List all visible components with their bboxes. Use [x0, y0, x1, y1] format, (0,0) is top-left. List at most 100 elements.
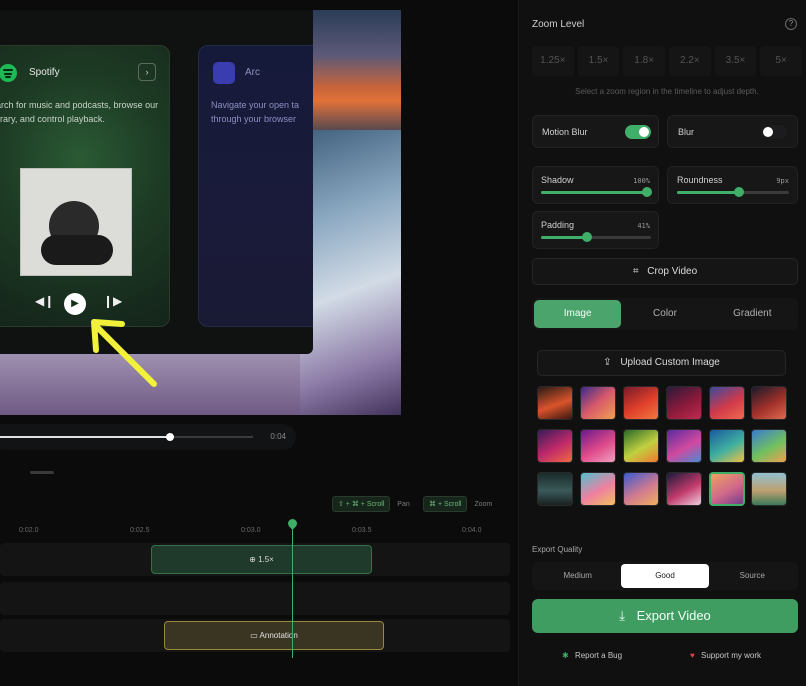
wallpaper-tile[interactable]	[623, 429, 659, 463]
tab-gradient[interactable]: Gradient	[709, 300, 796, 328]
spotify-logo-icon	[0, 64, 17, 82]
tab-image[interactable]: Image	[534, 300, 622, 328]
zoom-option[interactable]: 1.25×	[532, 46, 574, 76]
crop-label: Crop Video	[647, 266, 698, 277]
zoom-label: Zoom	[474, 501, 493, 508]
roundness-slider-knob[interactable]	[734, 187, 744, 197]
shadow-label: Shadow	[541, 175, 574, 185]
wallpaper-grid	[537, 386, 787, 508]
wallpaper-tile[interactable]	[751, 472, 787, 506]
arc-description: Navigate your open ta through your brows…	[211, 100, 300, 124]
wallpaper-tile[interactable]	[537, 472, 573, 506]
annotation-arrow-icon	[91, 319, 157, 387]
quality-good[interactable]: Good	[621, 564, 709, 588]
upload-icon: ⇪	[603, 357, 612, 368]
padding-fill	[541, 236, 587, 239]
skip-back-icon: ◀❙	[35, 294, 55, 308]
upload-image-button[interactable]: ⇪ Upload Custom Image	[537, 350, 786, 376]
motion-blur-toggle[interactable]	[625, 125, 651, 139]
zoom-option[interactable]: 5×	[760, 46, 803, 76]
album-art	[20, 168, 132, 276]
quality-source[interactable]: Source	[709, 564, 796, 588]
wallpaper-sky	[300, 10, 401, 140]
padding-control: Padding 41%	[532, 211, 659, 249]
tick-label: 0:03.5	[352, 527, 372, 534]
motion-blur-row: Motion Blur	[532, 115, 659, 148]
wallpaper-tile[interactable]	[623, 472, 659, 506]
wallpaper-tile[interactable]	[751, 429, 787, 463]
resize-handle[interactable]	[30, 471, 54, 474]
album-figure-body	[41, 235, 113, 265]
support-link[interactable]: ♥ Support my work	[690, 651, 761, 660]
report-bug-label: Report a Bug	[574, 651, 623, 660]
tab-color[interactable]: Color	[621, 300, 708, 328]
wallpaper-tile[interactable]	[580, 386, 616, 420]
wallpaper-tile[interactable]	[709, 386, 745, 420]
heart-icon: ♥	[690, 651, 695, 660]
pan-keys: ⇧ + ⌘ + Scroll	[332, 496, 391, 512]
crop-video-button[interactable]: ⌗ Crop Video	[532, 258, 798, 285]
wallpaper-tile[interactable]	[666, 429, 702, 463]
bug-icon: ✱	[562, 651, 569, 660]
roundness-fill	[677, 191, 739, 194]
zoom-instruction: Select a zoom region in the timeline to …	[575, 87, 759, 96]
quality-medium[interactable]: Medium	[534, 564, 621, 588]
wallpaper-tile[interactable]	[580, 429, 616, 463]
motion-blur-label: Motion Blur	[542, 127, 588, 137]
wallpaper-tile[interactable]	[666, 386, 702, 420]
upload-label: Upload Custom Image	[620, 357, 720, 368]
wallpaper-tile[interactable]	[709, 429, 745, 463]
zoom-in-icon: ⊕	[249, 555, 256, 564]
wallpaper-tile[interactable]	[623, 386, 659, 420]
playback-scrubber[interactable]: 0:04	[0, 424, 296, 450]
zoom-option[interactable]: 1.5×	[577, 46, 620, 76]
wallpaper-tile[interactable]	[751, 386, 787, 420]
annotation-clip[interactable]: ▭ Annotation	[164, 621, 384, 650]
shadow-slider-knob[interactable]	[642, 187, 652, 197]
wallpaper-tile[interactable]	[537, 429, 573, 463]
export-video-button[interactable]: ⤓ Export Video	[532, 599, 798, 633]
padding-slider-knob[interactable]	[582, 232, 592, 242]
tick-label: 0:03.0	[241, 527, 261, 534]
empty-track[interactable]	[0, 582, 510, 615]
recorded-window: Spotify › earch for music and podcasts, …	[0, 10, 313, 354]
wallpaper-wave	[300, 130, 401, 415]
tick-label: 0:04.0	[462, 527, 482, 534]
crop-icon: ⌗	[632, 266, 639, 277]
download-icon: ⤓	[619, 608, 625, 623]
blur-toggle[interactable]	[761, 125, 787, 139]
zoom-option[interactable]: 1.8×	[623, 46, 666, 76]
zoom-keys: ⌘ + Scroll	[423, 496, 468, 512]
roundness-value: 9px	[776, 177, 789, 185]
pan-label: Pan	[397, 501, 410, 508]
wallpaper-tile-selected[interactable]	[709, 472, 745, 506]
shadow-value: 100%	[633, 177, 650, 185]
wallpaper-tile[interactable]	[666, 472, 702, 506]
playhead[interactable]	[292, 524, 293, 658]
timeline-ruler: 0:02.0 0:02.5 0:03.0 0:03.5 0:04.0	[0, 527, 510, 537]
report-bug-link[interactable]: ✱ Report a Bug	[562, 651, 622, 660]
scrub-handle[interactable]	[166, 433, 174, 441]
wallpaper-tile[interactable]	[537, 386, 573, 420]
padding-label: Padding	[541, 220, 575, 230]
blur-row: Blur	[667, 115, 798, 148]
zoom-option[interactable]: 3.5×	[714, 46, 757, 76]
arc-card: Arc Navigate your open ta through your b…	[198, 45, 313, 327]
padding-value: 41%	[637, 222, 650, 230]
play-icon: ▶	[64, 293, 86, 315]
shadow-control: Shadow 100%	[532, 166, 659, 204]
tick-label: 0:02.5	[130, 527, 150, 534]
zoom-clip[interactable]: ⊕ 1.5×	[151, 545, 372, 574]
zoom-option[interactable]: 2.2×	[669, 46, 711, 76]
scrub-progress	[0, 436, 170, 438]
settings-panel: Zoom Level ? 1.25× 1.5× 1.8× 2.2× 3.5× 5…	[518, 0, 806, 686]
help-icon[interactable]: ?	[785, 18, 797, 30]
zoom-clip-label: 1.5×	[258, 555, 274, 564]
time-label: 0:04	[270, 432, 286, 441]
preview-canvas: Spotify › earch for music and podcasts, …	[0, 10, 401, 415]
pan-hint: ⇧ + ⌘ + Scroll Pan	[332, 496, 410, 512]
spotify-card: Spotify › earch for music and podcasts, …	[0, 45, 170, 327]
roundness-control: Roundness 9px	[667, 166, 798, 204]
wallpaper-tile[interactable]	[580, 472, 616, 506]
background-tabs: Image Color Gradient	[532, 298, 798, 330]
